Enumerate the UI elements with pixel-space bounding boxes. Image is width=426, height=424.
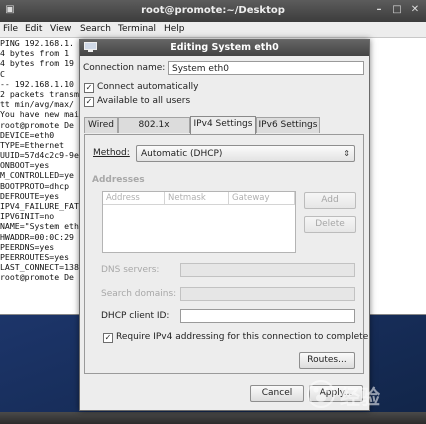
method-label: Method: [93, 148, 130, 158]
routes-button[interactable]: Routes... [299, 352, 355, 369]
dhcp-client-id-label: DHCP client ID: [101, 311, 170, 321]
require-ipv4-checkbox[interactable]: ✓ [103, 333, 113, 343]
addresses-heading: Addresses [92, 175, 145, 185]
ipv4-settings-panel: Method: Automatic (DHCP) ⇕ Addresses Add… [84, 134, 368, 374]
connection-name-label: Connection name: [83, 63, 166, 73]
close-icon[interactable]: ✕ [409, 4, 421, 16]
tab-ipv6-settings[interactable]: IPv6 Settings [256, 117, 320, 133]
tab-wired[interactable]: Wired [84, 117, 118, 133]
dns-servers-label: DNS servers: [101, 265, 160, 275]
dialog-titlebar[interactable]: Editing System eth0 [80, 40, 369, 56]
addresses-table[interactable]: Address Netmask Gateway [102, 191, 296, 253]
minimize-icon[interactable]: – [373, 4, 385, 16]
tab-8021x-security[interactable]: 802.1x Security [118, 117, 190, 145]
method-select[interactable]: Automatic (DHCP) ⇕ [136, 145, 355, 162]
menu-terminal[interactable]: Terminal [118, 24, 156, 34]
available-to-all-checkbox[interactable]: ✓ [84, 97, 94, 107]
menu-view[interactable]: View [50, 24, 71, 34]
available-to-all-label: Available to all users [97, 96, 191, 106]
search-domains-label: Search domains: [101, 289, 177, 299]
terminal-title: root@promote:~/Desktop [141, 5, 285, 16]
column-netmask: Netmask [165, 192, 229, 205]
delete-address-button[interactable]: Delete [304, 216, 356, 233]
maximize-icon[interactable]: □ [391, 4, 403, 16]
dialog-title: Editing System eth0 [170, 42, 279, 53]
dhcp-client-id-input[interactable] [180, 309, 355, 323]
terminal-titlebar[interactable]: ▣ root@promote:~/Desktop – □ ✕ [0, 0, 426, 22]
column-gateway: Gateway [229, 192, 295, 205]
add-address-button[interactable]: Add [304, 192, 356, 209]
paw-logo-icon [307, 380, 335, 408]
search-domains-input[interactable] [180, 287, 355, 301]
terminal-menubar: File Edit View Search Terminal Help [0, 22, 426, 38]
taskbar [0, 412, 426, 424]
method-label-text: Method: [93, 148, 130, 158]
editing-connection-dialog[interactable]: Editing System eth0 Connection name: Sys… [79, 39, 370, 411]
menu-help[interactable]: Help [164, 24, 185, 34]
watermark-text: 经验 [340, 385, 380, 409]
connection-name-input[interactable]: System eth0 [168, 61, 364, 75]
dns-servers-input[interactable] [180, 263, 355, 277]
require-ipv4-label: Require IPv4 addressing for this connect… [116, 332, 369, 342]
watermark: 经验 [306, 378, 421, 410]
connect-automatically-label: Connect automatically [97, 82, 199, 92]
tab-ipv4-settings[interactable]: IPv4 Settings [190, 116, 256, 134]
menu-file[interactable]: File [3, 24, 18, 34]
chevron-updown-icon: ⇕ [343, 149, 350, 158]
menu-search[interactable]: Search [80, 24, 111, 34]
method-value: Automatic (DHCP) [141, 149, 223, 159]
cancel-button[interactable]: Cancel [250, 385, 304, 402]
column-address: Address [103, 192, 165, 205]
connect-automatically-checkbox[interactable]: ✓ [84, 83, 94, 93]
menu-edit[interactable]: Edit [25, 24, 42, 34]
